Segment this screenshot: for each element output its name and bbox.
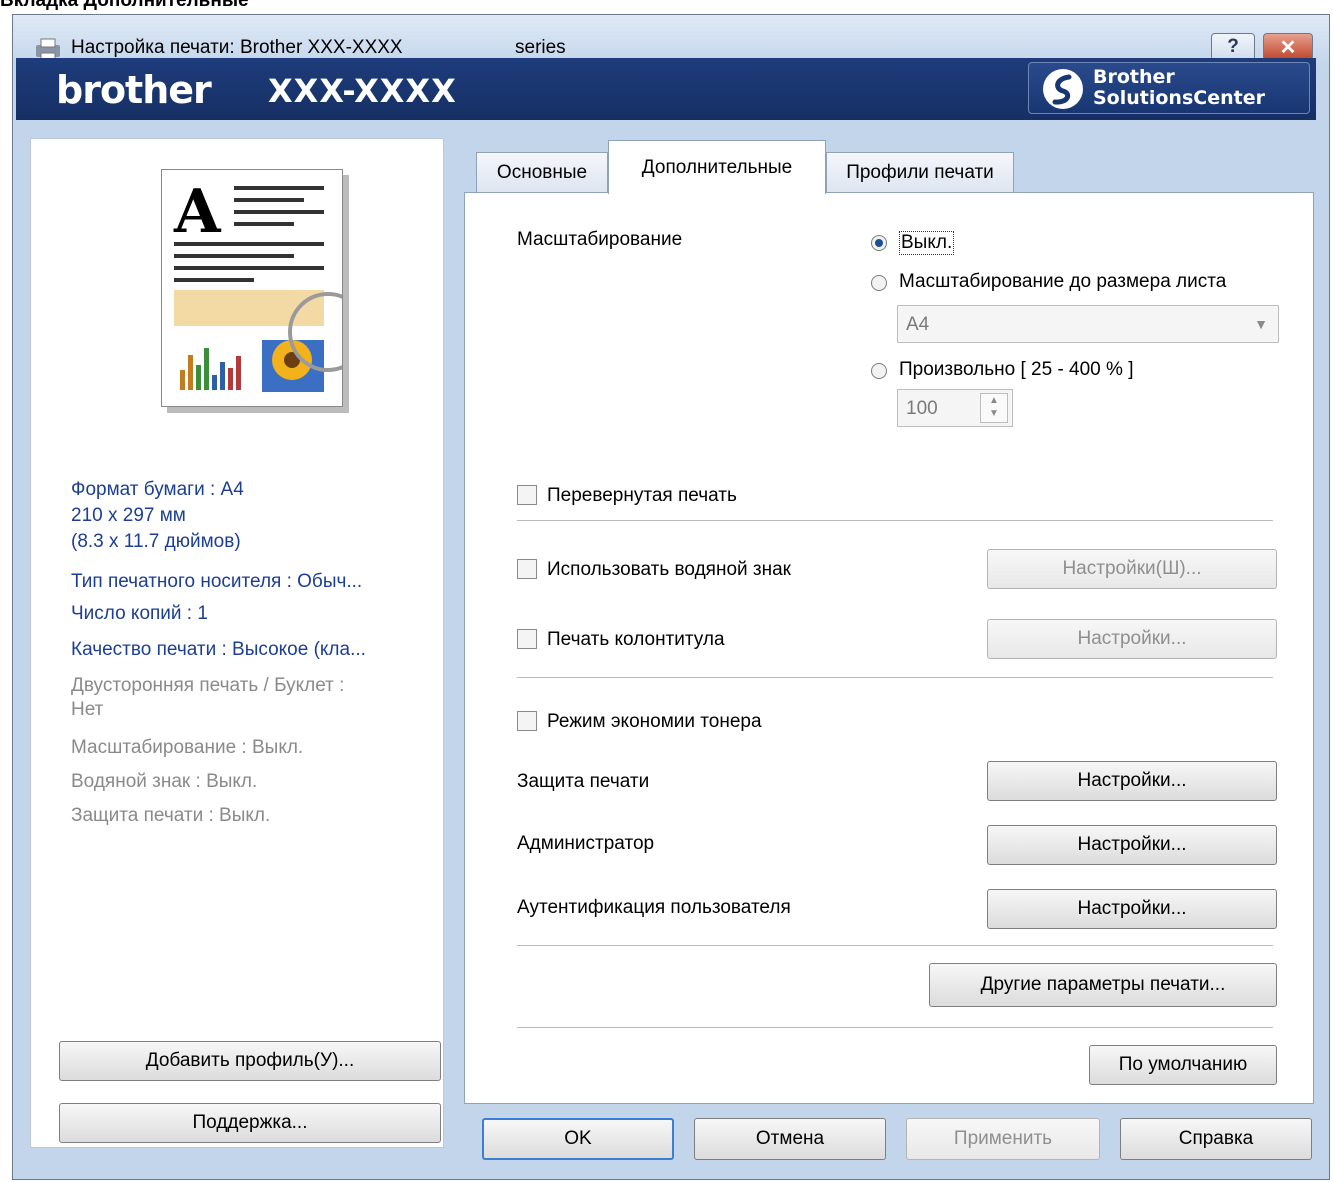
summary-paper-format: Формат бумаги : А4 <box>71 479 244 500</box>
settings-summary-panel: A Формат бумаги : А4 210 x 297 мм (8.3 x… <box>30 138 444 1148</box>
other-print-options-button[interactable]: Другие параметры печати... <box>929 963 1277 1007</box>
help-dialog-button[interactable]: Справка <box>1120 1118 1312 1160</box>
watermark-checkbox[interactable] <box>517 559 537 579</box>
administrator-label: Администратор <box>517 833 655 854</box>
close-button[interactable]: ✕ <box>1263 33 1313 61</box>
user-auth-settings-button[interactable]: Настройки... <box>987 889 1277 929</box>
apply-button[interactable]: Применить <box>906 1118 1100 1160</box>
tabs-area: Основные Дополнительные Профили печати М… <box>464 140 1314 1104</box>
custom-scale-value: 100 <box>906 398 938 419</box>
watermark-settings-button[interactable]: Настройки(Ш)... <box>987 549 1277 589</box>
restore-defaults-button[interactable]: По умолчанию <box>1089 1045 1277 1085</box>
chevron-down-icon: ▼ <box>1254 316 1268 332</box>
summary-copies: Число копий : 1 <box>71 603 208 624</box>
administrator-settings-button[interactable]: Настройки... <box>987 825 1277 865</box>
mirror-print-label[interactable]: Перевернутая печать <box>547 485 737 507</box>
preview-illustration-icon: A <box>173 177 368 392</box>
watermark-label[interactable]: Использовать водяной знак <box>547 559 791 581</box>
header-footer-settings-button[interactable]: Настройки... <box>987 619 1277 659</box>
divider <box>517 677 1273 678</box>
mirror-print-checkbox[interactable] <box>517 485 537 505</box>
page-preview: A <box>161 169 368 407</box>
summary-media-type: Тип печатного носителя : Обыч... <box>71 571 363 592</box>
tab-basic[interactable]: Основные <box>476 152 608 192</box>
solutions-center-line2: SolutionsCenter <box>1093 87 1265 109</box>
summary-watermark: Водяной знак : Выкл. <box>71 771 258 792</box>
brand-banner: brother XXX-XXXX Brother SolutionsCenter <box>16 58 1316 120</box>
window-title-series: series <box>515 37 566 58</box>
tab-advanced[interactable]: Дополнительные <box>608 140 826 194</box>
brother-logo: brother <box>56 68 212 112</box>
scaling-off-radio[interactable] <box>871 235 887 251</box>
chevron-up-icon[interactable]: ▲ <box>989 395 999 406</box>
secure-print-label: Защита печати <box>517 771 650 792</box>
divider <box>517 1027 1273 1028</box>
solutions-center-icon <box>1043 69 1083 109</box>
summary-protection: Защита печати : Выкл. <box>71 805 271 826</box>
summary-duplex-value: Нет <box>71 699 104 720</box>
secure-print-settings-button[interactable]: Настройки... <box>987 761 1277 801</box>
chevron-down-small-icon[interactable]: ▼ <box>989 408 999 419</box>
paper-size-select[interactable]: A4 ▼ <box>897 305 1279 343</box>
divider <box>517 945 1273 946</box>
custom-scale-stepper[interactable]: 100 ▲ ▼ <box>897 389 1013 427</box>
divider <box>517 520 1273 521</box>
scaling-custom-radio[interactable] <box>871 363 887 379</box>
support-button[interactable]: Поддержка... <box>59 1103 441 1143</box>
paper-size-value: A4 <box>906 314 930 335</box>
summary-paper-size-mm: 210 x 297 мм <box>71 505 186 526</box>
summary-quality: Качество печати : Высокое (кла... <box>71 639 366 660</box>
cancel-button[interactable]: Отмена <box>694 1118 886 1160</box>
user-auth-label: Аутентификация пользователя <box>517 897 791 918</box>
advanced-tab-panel: Масштабирование Выкл. Масштабирование до… <box>464 192 1314 1104</box>
scaling-custom-label[interactable]: Произвольно [ 25 - 400 % ] <box>899 359 1133 381</box>
summary-paper-size-in: (8.3 x 11.7 дюймов) <box>71 531 241 552</box>
header-footer-checkbox[interactable] <box>517 629 537 649</box>
toner-save-label[interactable]: Режим экономии тонера <box>547 711 762 733</box>
window-title: Настройка печати: Brother XXX-XXXX <box>71 37 403 58</box>
solutions-center-label: Brother SolutionsCenter <box>1093 67 1265 109</box>
help-button[interactable]: ? <box>1211 33 1255 61</box>
header-footer-label[interactable]: Печать колонтитула <box>547 629 725 651</box>
doc-heading: Вкладка Дополнительные <box>0 0 249 11</box>
scaling-fit-radio[interactable] <box>871 275 887 291</box>
summary-duplex: Двусторонняя печать / Буклет : <box>71 675 345 696</box>
model-name: XXX-XXXX <box>268 72 457 110</box>
solutions-center-line1: Brother <box>1093 66 1175 88</box>
stepper-buttons[interactable]: ▲ ▼ <box>980 393 1008 423</box>
add-profile-button[interactable]: Добавить профиль(У)... <box>59 1041 441 1081</box>
svg-text:A: A <box>173 177 222 247</box>
solutions-center-button[interactable]: Brother SolutionsCenter <box>1028 62 1310 114</box>
scaling-off-label[interactable]: Выкл. <box>899 231 955 255</box>
ok-button[interactable]: OK <box>482 1118 674 1160</box>
scaling-fit-label[interactable]: Масштабирование до размера листа <box>899 271 1226 293</box>
scaling-label: Масштабирование <box>517 229 683 250</box>
tab-print-profiles[interactable]: Профили печати <box>826 152 1014 192</box>
toner-save-checkbox[interactable] <box>517 711 537 731</box>
summary-scaling: Масштабирование : Выкл. <box>71 737 304 758</box>
